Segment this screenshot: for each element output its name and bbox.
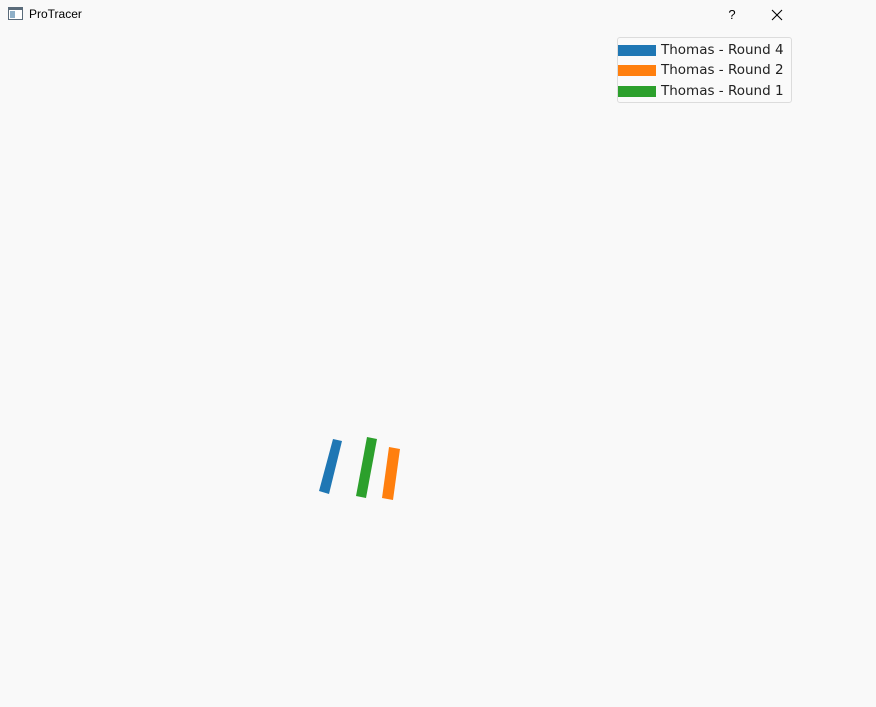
help-button-label: ?	[728, 7, 736, 22]
legend-swatch-round-4	[618, 44, 656, 56]
legend-item-round-1: Thomas - Round 1	[618, 82, 784, 100]
legend-item-round-4: Thomas - Round 4	[618, 41, 784, 59]
legend-label: Thomas - Round 2	[661, 62, 784, 78]
legend-item-round-2: Thomas - Round 2	[618, 61, 784, 79]
help-button[interactable]: ?	[709, 0, 755, 29]
legend-swatch-round-2	[618, 64, 656, 76]
title-bar[interactable]: ProTracer ?	[0, 0, 876, 29]
trace-canvas[interactable]	[0, 29, 876, 707]
trace-round-1	[356, 437, 377, 498]
trace-round-4	[319, 439, 342, 494]
legend-swatch-round-1	[618, 85, 656, 97]
trace-plot	[319, 437, 400, 500]
close-icon	[771, 9, 783, 20]
close-button[interactable]	[754, 0, 800, 29]
app-window-icon	[8, 7, 23, 20]
window-title: ProTracer	[29, 7, 82, 21]
legend: Thomas - Round 4 Thomas - Round 2 Thomas…	[617, 37, 792, 103]
legend-label: Thomas - Round 4	[661, 42, 784, 58]
protracer-window: ProTracer ? Thomas - Round 4 Thomas - Ro…	[0, 0, 876, 707]
trace-round-2	[382, 447, 400, 500]
legend-label: Thomas - Round 1	[661, 83, 784, 99]
